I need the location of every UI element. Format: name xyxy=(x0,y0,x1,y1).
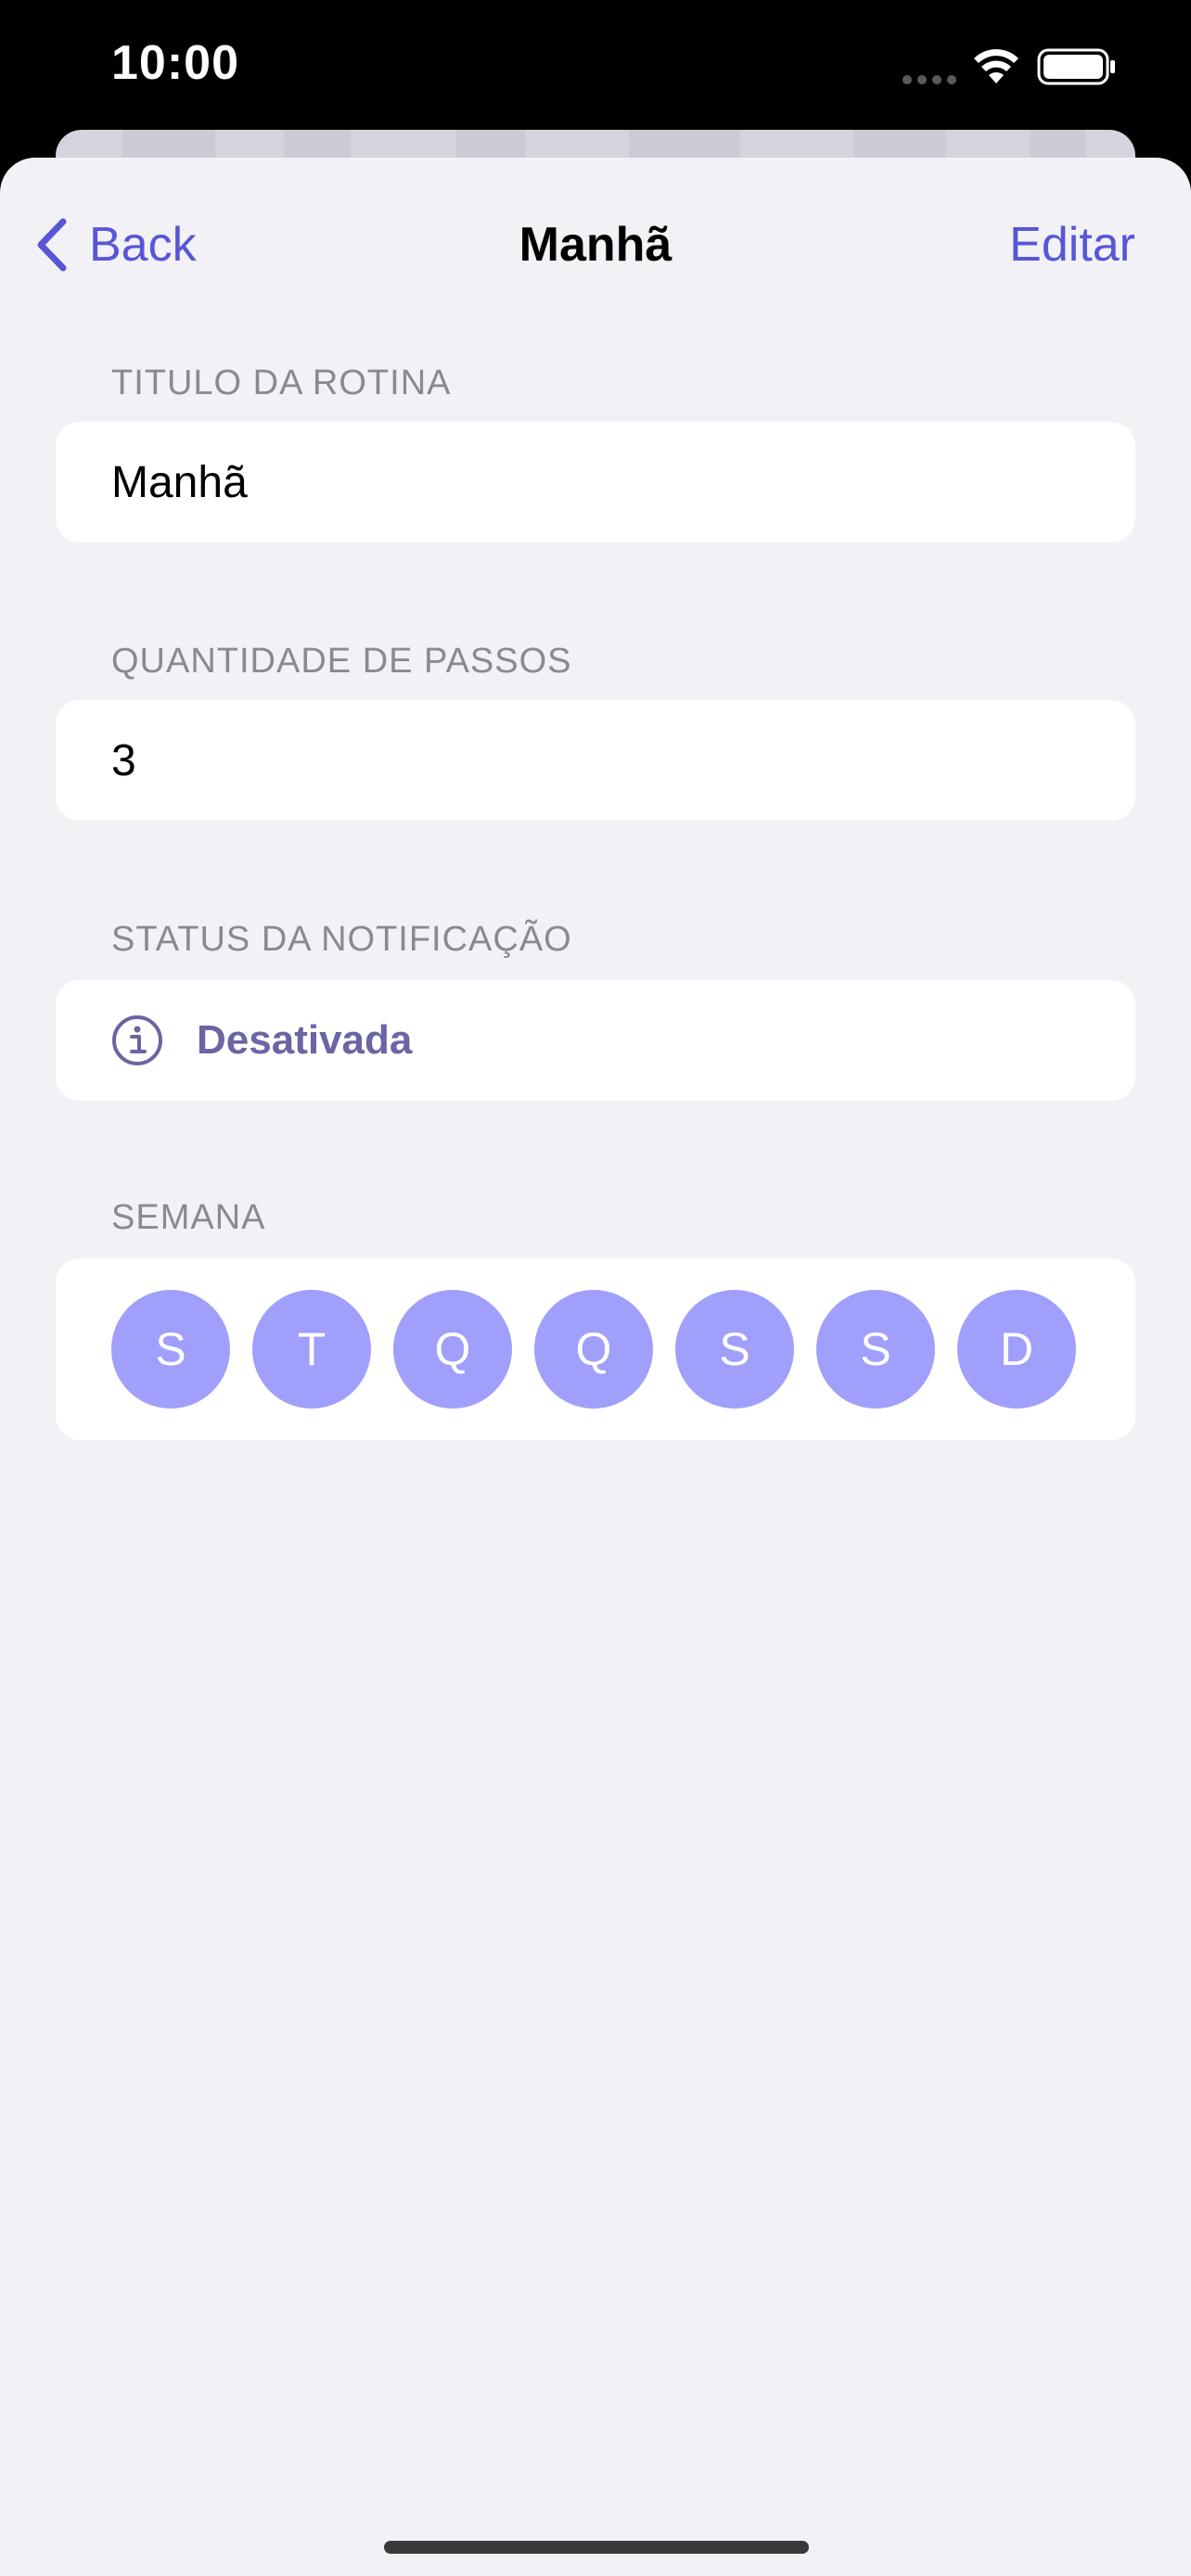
steps-card: 3 xyxy=(56,700,1135,821)
week-days-row: S T Q Q S S D xyxy=(111,1290,1076,1409)
cellular-signal-icon xyxy=(903,75,956,84)
day-tuesday[interactable]: T xyxy=(252,1290,371,1409)
status-time: 10:00 xyxy=(111,36,239,90)
day-thursday[interactable]: Q xyxy=(534,1290,653,1409)
battery-icon xyxy=(1037,48,1115,85)
day-sunday[interactable]: D xyxy=(957,1290,1076,1409)
section-header-steps: QUANTIDADE DE PASSOS xyxy=(111,642,572,681)
steps-value: 3 xyxy=(111,736,136,785)
routine-detail-sheet: Back Manhã Editar TITULO DA ROTINA Manhã… xyxy=(0,158,1191,2576)
notification-status-value: Desativada xyxy=(197,1017,413,1063)
section-header-title: TITULO DA ROTINA xyxy=(111,363,452,402)
status-bar: 10:00 xyxy=(0,0,1191,139)
day-wednesday[interactable]: Q xyxy=(393,1290,512,1409)
back-button[interactable]: Back xyxy=(33,208,197,282)
section-header-week: SEMANA xyxy=(111,1198,266,1237)
day-friday[interactable]: S xyxy=(675,1290,794,1409)
day-monday[interactable]: S xyxy=(111,1290,230,1409)
edit-button[interactable]: Editar xyxy=(1009,208,1135,282)
section-header-notification: STATUS DA NOTIFICAÇÃO xyxy=(111,920,572,959)
notification-status-row: Desativada xyxy=(111,980,412,1101)
info-icon xyxy=(112,1015,162,1065)
routine-title-value: Manhã xyxy=(111,458,248,507)
day-saturday[interactable]: S xyxy=(816,1290,935,1409)
notification-status-card: Desativada xyxy=(56,980,1135,1101)
routine-title-card: Manhã xyxy=(56,422,1135,542)
wifi-icon xyxy=(974,49,1018,83)
back-button-label: Back xyxy=(89,218,197,272)
chevron-left-icon xyxy=(37,218,67,272)
week-card: S T Q Q S S D xyxy=(56,1258,1135,1440)
home-indicator[interactable] xyxy=(384,2541,809,2554)
